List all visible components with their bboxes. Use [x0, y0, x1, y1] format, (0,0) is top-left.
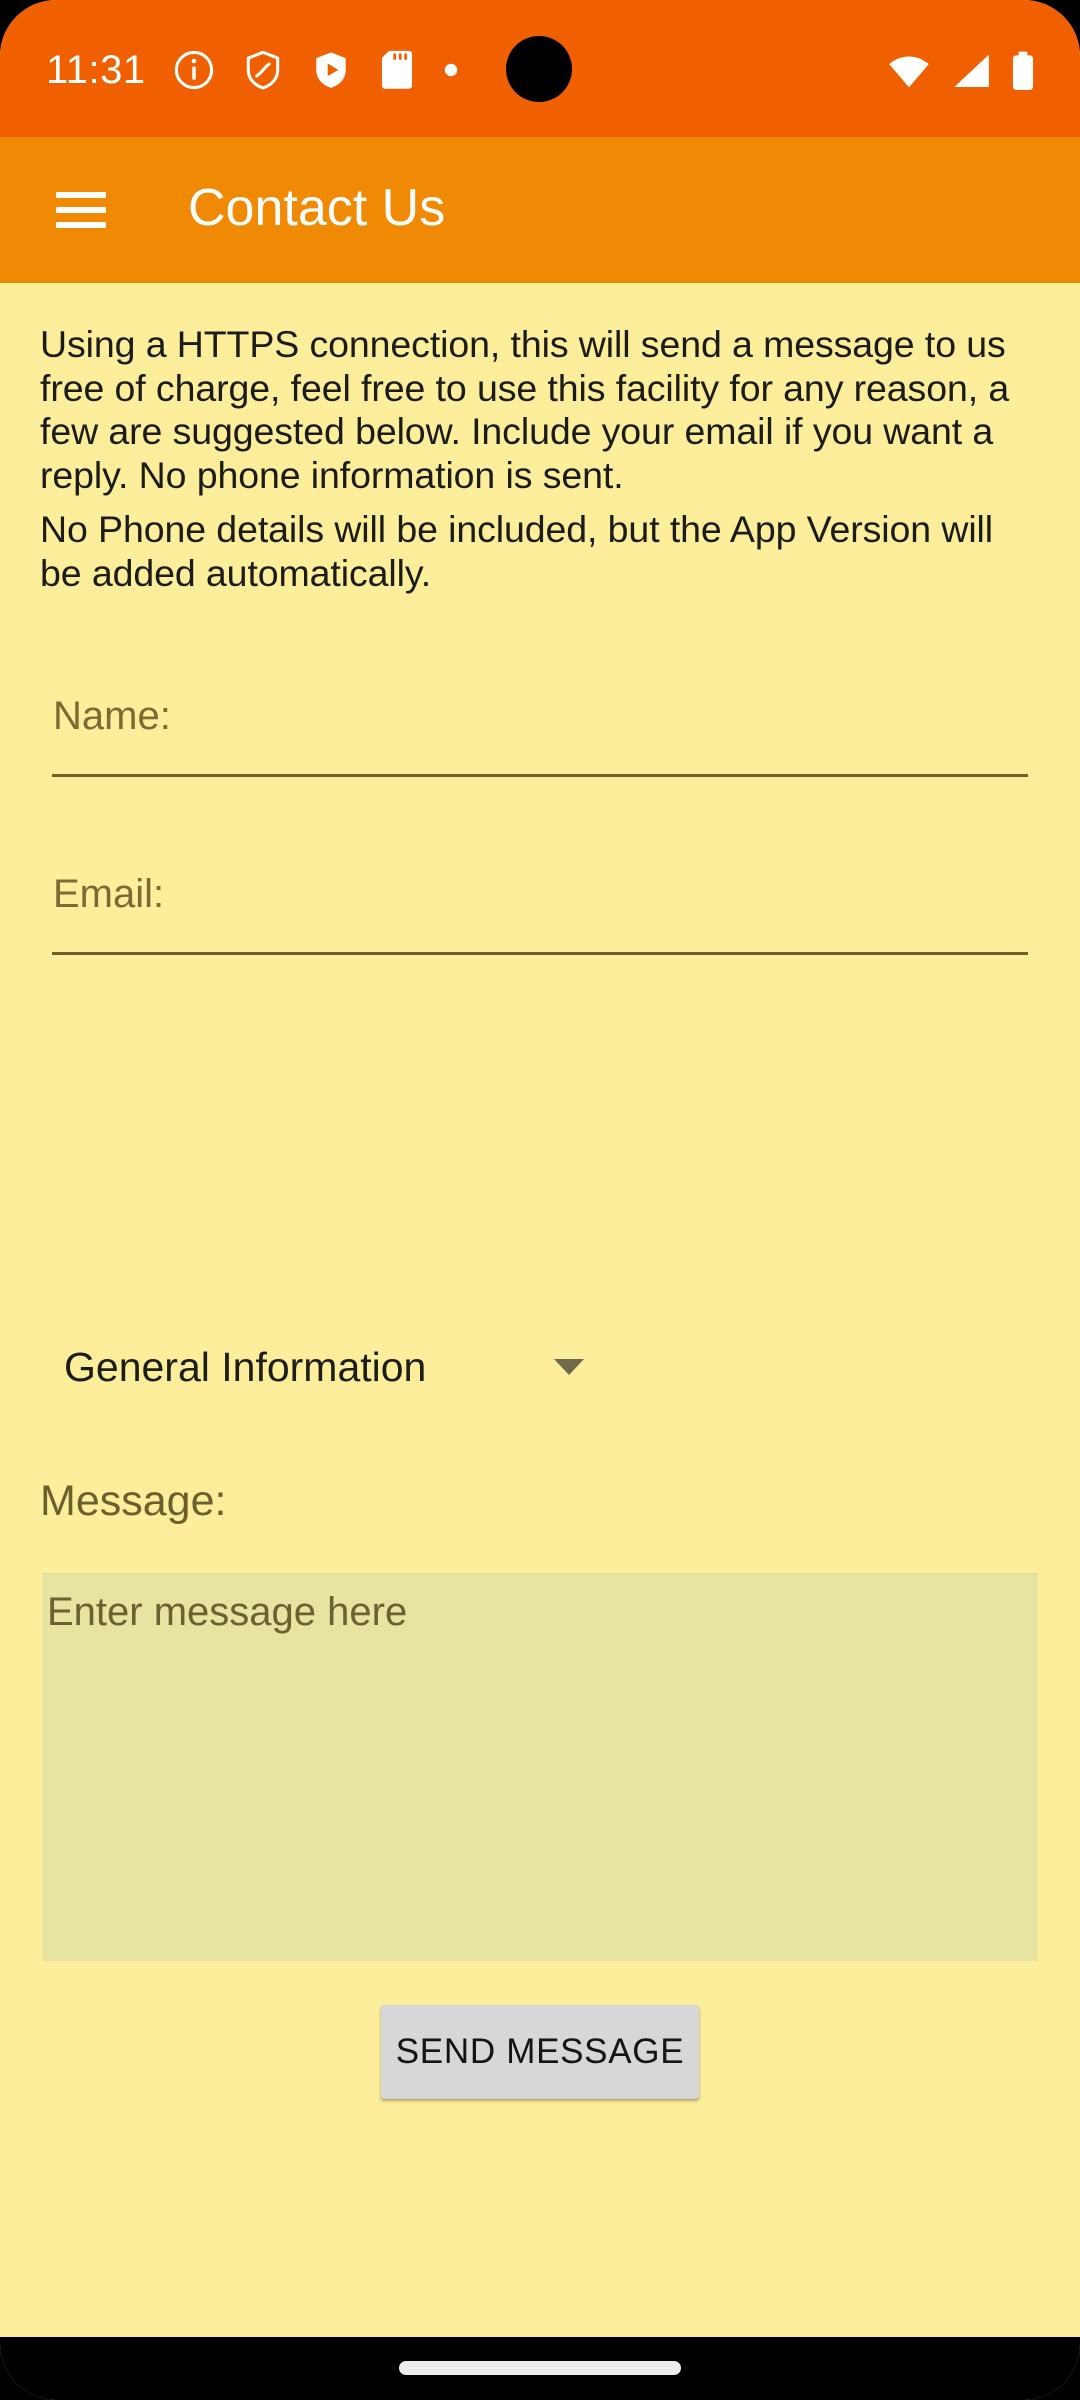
shield-play-icon	[315, 52, 346, 88]
menu-bar-bottom	[56, 222, 106, 228]
status-bar-right-group	[886, 48, 1036, 94]
category-spinner-value: General Information	[64, 1344, 427, 1390]
chevron-down-icon	[554, 1359, 584, 1375]
phone-screen: 11:31 Contact Us Using a HTTPS connectio…	[0, 0, 1080, 2400]
name-input[interactable]: Name:	[52, 683, 1028, 777]
wifi-icon	[889, 56, 929, 88]
app-bar: Contact Us	[0, 137, 1080, 283]
navigation-bar	[0, 2337, 1080, 2400]
dot-icon	[444, 63, 457, 77]
hamburger-menu-icon[interactable]	[50, 185, 106, 235]
page-title: Contact Us	[188, 179, 446, 237]
email-input-underline	[52, 952, 1028, 955]
cellular-signal-icon	[954, 54, 989, 87]
camera-punch-hole	[506, 36, 572, 102]
message-input[interactable]: Enter message here	[42, 1573, 1038, 1961]
sd-card-icon	[381, 50, 412, 89]
message-label: Message:	[40, 1477, 227, 1525]
shield-outline-icon	[246, 50, 279, 90]
status-bar-clock: 11:31	[46, 48, 146, 92]
battery-full-icon	[1012, 51, 1034, 90]
status-bar-left-group: 11:31	[46, 44, 460, 96]
info-circle-icon	[174, 50, 213, 90]
email-input-placeholder: Email:	[53, 872, 165, 916]
phone-frame: 11:31 Contact Us Using a HTTPS connectio…	[0, 0, 1080, 2400]
send-message-button[interactable]: SEND MESSAGE	[381, 2005, 699, 2099]
intro-paragraph: Using a HTTPS connection, this will send…	[40, 323, 1010, 496]
name-input-placeholder: Name:	[53, 694, 171, 738]
name-input-underline	[52, 774, 1028, 777]
home-gesture-pill[interactable]	[399, 2361, 681, 2375]
content-area: Using a HTTPS connection, this will send…	[0, 283, 1080, 2337]
message-input-placeholder: Enter message here	[47, 1590, 408, 1634]
email-input[interactable]: Email:	[52, 861, 1028, 955]
menu-bar-middle	[56, 207, 106, 213]
note-paragraph: No Phone details will be included, but t…	[40, 508, 994, 594]
category-spinner[interactable]: General Information	[64, 1327, 584, 1407]
menu-bar-top	[56, 192, 106, 198]
